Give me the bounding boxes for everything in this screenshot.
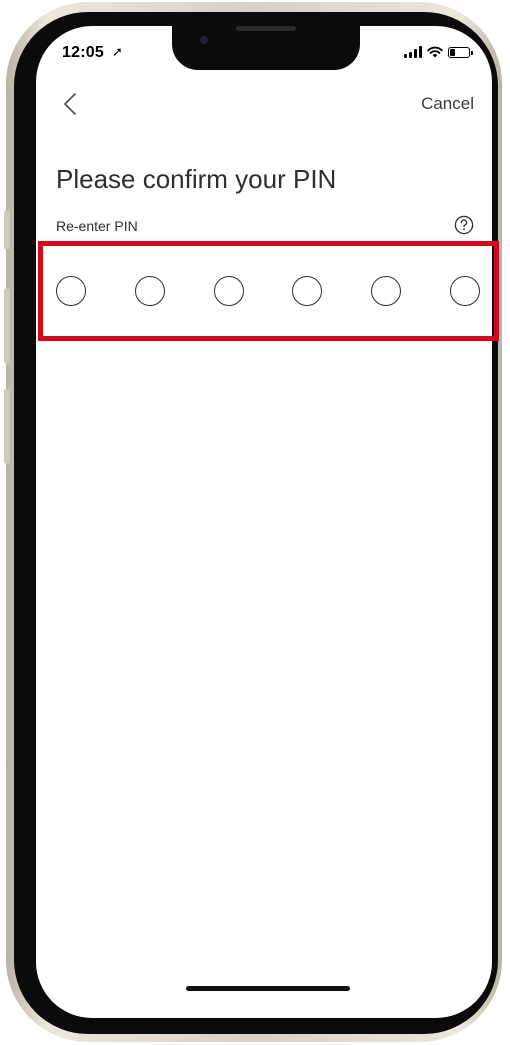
highlight-box [38,241,499,341]
location-arrow-icon: ➚ [112,44,123,59]
signal-bars-icon [404,46,422,58]
battery-icon [448,46,473,58]
stage: 12:05 ➚ Cancel Please confirm your PIN R… [0,0,510,1045]
volume-up-button [4,288,10,364]
battery-level [450,48,455,56]
speaker-grille [236,26,296,31]
cancel-button[interactable]: Cancel [421,94,474,114]
page-title: Please confirm your PIN [56,164,337,194]
front-camera [200,36,208,44]
question-circle-icon[interactable] [454,215,474,235]
status-time: 12:05 [62,44,104,61]
mute-switch [4,210,10,250]
volume-down-button [4,388,10,464]
back-button[interactable] [58,90,82,118]
pin-field-label: Re-enter PIN [56,218,138,234]
status-icons [404,46,473,58]
chevron-left-icon [64,93,76,115]
wifi-icon [427,46,443,58]
home-indicator[interactable] [186,986,350,991]
screen: 12:05 ➚ Cancel Please confirm your PIN R… [36,26,492,1018]
notch [172,26,360,70]
